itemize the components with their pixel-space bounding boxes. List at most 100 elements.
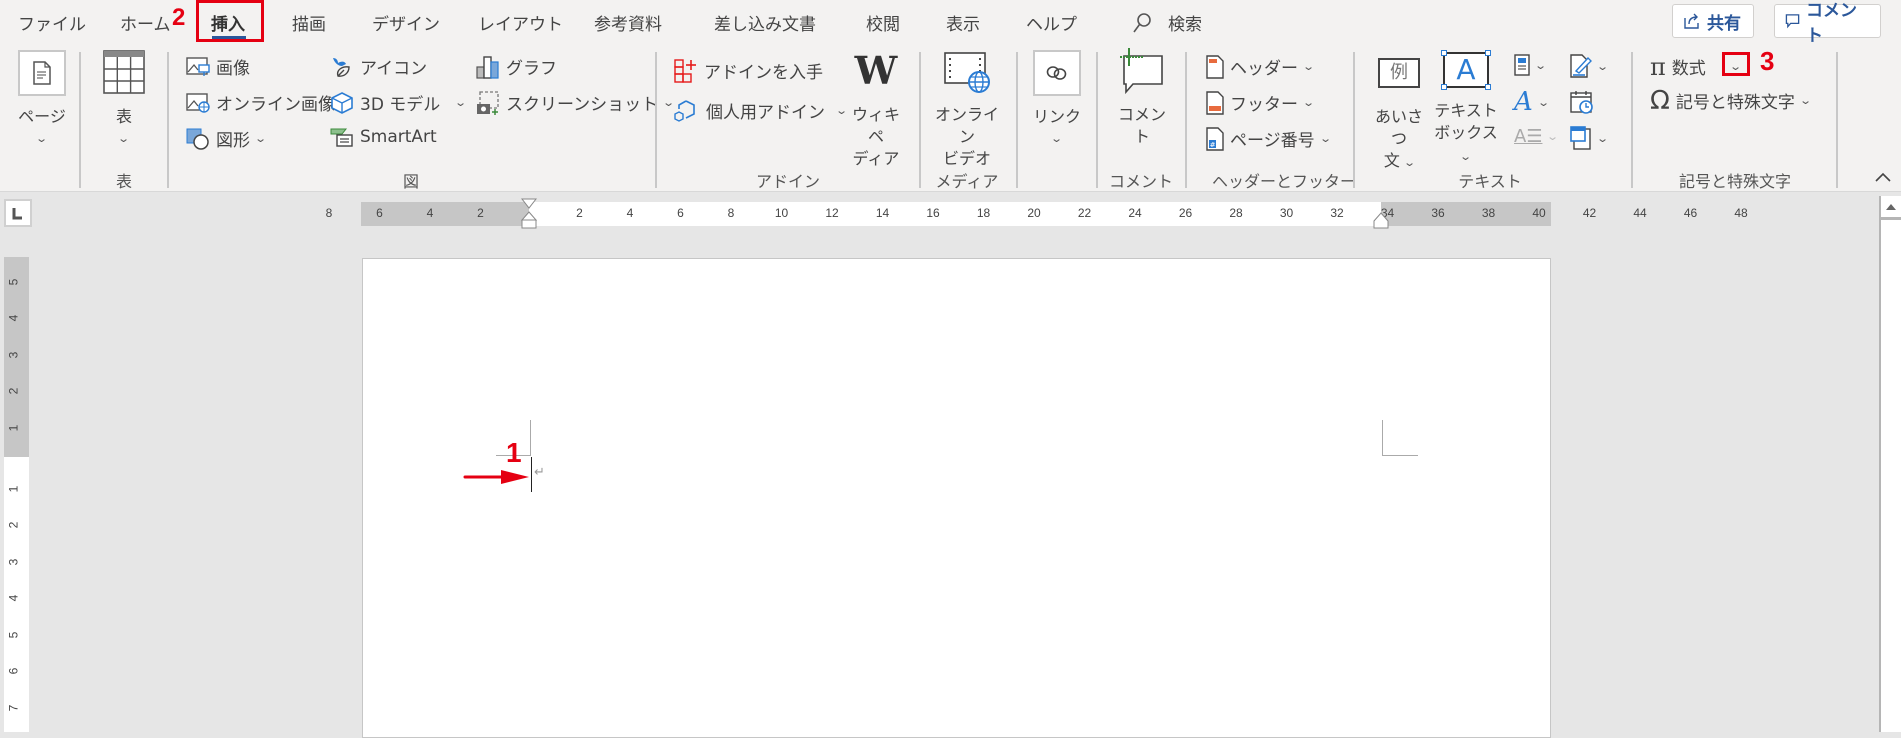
ruler-tick-label: 32 [1330,206,1344,220]
document-page[interactable]: ↵ 1 [362,258,1551,738]
group-separator [1836,52,1838,188]
pages-button[interactable]: ページ ⌄ [14,50,70,150]
horizontal-ruler[interactable]: 8 6 4 2 2 4 6 8 10 12 14 16 18 20 22 24 26 28 30 32 34 36 38 40… [326,198,1748,229]
annotation-box-insert-tab [196,0,264,42]
my-addins-button[interactable]: 個人用アドイン ⌄ [674,98,849,123]
link-button[interactable]: リンク ⌄ [1032,50,1082,150]
chevron-down-icon: ⌄ [35,132,49,145]
ruler-tick-label: 2 [477,206,484,220]
chevron-up-icon [1875,172,1891,182]
group-separator [1631,52,1633,188]
indent-marker[interactable] [521,198,537,232]
link-icon [1046,66,1067,80]
picture-icon [186,56,210,76]
tab-review[interactable]: 校閲 [866,10,900,35]
header-button[interactable]: ヘッダー ⌄ [1206,54,1315,79]
signature-line-button[interactable]: ⌄ [1570,54,1609,78]
resize-handle [1441,84,1447,90]
chevron-down-icon: ⌄ [835,104,849,117]
page-number-button[interactable]: # ページ番号 ⌄ [1206,126,1332,151]
share-label: 共有 [1707,13,1741,34]
vertical-ruler[interactable]: 5 4 3 2 1 1 2 3 4 5 6 7 [4,257,29,732]
textbox-button[interactable]: A テキスト ボックス ⌄ [1430,50,1502,168]
margin-corner-mark [530,420,531,455]
equation-label: 数式 [1671,59,1706,79]
chevron-down-icon: ⌄ [1596,131,1610,145]
collapse-ribbon-button[interactable] [1874,168,1892,184]
date-time-button[interactable] [1570,90,1594,114]
ruler-tick-label: 8 [325,206,333,220]
share-button[interactable]: 共有 [1672,4,1754,38]
drop-cap-button[interactable]: A☰ ⌄ [1514,126,1560,147]
wordart-button[interactable]: A ⌄ [1514,87,1550,117]
object-button[interactable]: ⌄ [1570,126,1610,150]
wikipedia-icon: W [854,48,898,93]
ruler-left-margin [361,202,529,226]
ruler-tick-label: 10 [774,206,789,220]
ribbon-tab-bar: ファイル ホーム 挿入 描画 デザイン レイアウト 参考資料 差し込み文書 校閲… [0,0,1901,46]
tab-selector-button[interactable] [4,199,32,227]
chart-button[interactable]: グラフ [476,54,557,79]
get-addins-button[interactable]: アドインを入手 [674,58,823,83]
ruler-tick-label: 26 [1178,206,1193,220]
shapes-label: 図形 [216,131,250,151]
chevron-down-icon: ⌄ [1534,58,1548,72]
group-separator [167,52,169,188]
ruler-tick-label: 18 [976,206,991,220]
header-label: ヘッダー [1230,59,1298,79]
tab-view[interactable]: 表示 [946,10,980,35]
equation-button[interactable]: π 数式 [1650,54,1706,80]
tab-references[interactable]: 参考資料 [594,10,662,35]
shapes-button[interactable]: 図形 ⌄ [186,126,268,151]
wikipedia-button[interactable]: W ウィキペ ディア [848,50,904,170]
ruler-tick-label: 7 [6,704,21,711]
tab-help[interactable]: ヘルプ [1026,10,1077,35]
right-indent-marker[interactable] [1373,212,1389,230]
pages-label: ページ [18,107,66,126]
ruler-tick-label: 4 [426,206,434,220]
tab-draw[interactable]: 描画 [292,10,326,35]
ruler-tick-label: 4 [6,314,21,322]
comments-button[interactable]: コメント [1774,1,1881,46]
page-icon [33,61,51,85]
vertical-scrollbar[interactable] [1879,196,1901,732]
scroll-up-arrow-icon [1886,203,1896,210]
left-tab-icon [12,208,22,220]
wordart-icon: A [1514,87,1533,117]
footer-icon [1206,90,1224,115]
tab-home[interactable]: ホーム [120,10,171,35]
chevron-down-icon: ⌄ [254,132,268,145]
icons-button[interactable]: アイコン [330,54,427,79]
new-comment-button[interactable]: コメント [1112,48,1172,148]
greeting-button[interactable]: 例 あいさつ 文 ⌄ [1368,52,1430,174]
screenshot-button[interactable]: スクリーンショット ⌄ [476,90,675,115]
online-picture-button[interactable]: オンライン画像 [186,90,335,115]
3d-models-button[interactable]: 3D モデル ⌄ [330,90,467,115]
object-icon [1570,126,1591,150]
textbox-icon: A [1441,50,1491,90]
scroll-up-button[interactable] [1881,196,1901,220]
smartart-button[interactable]: SmartArt [330,126,437,148]
calendar-clock-icon [1570,91,1593,114]
chevron-down-icon: ⌄ [1536,95,1550,109]
comment-icon [1785,14,1800,29]
table-icon [103,50,145,94]
smartart-icon [330,128,353,147]
search-box[interactable]: 検索 [1132,10,1202,35]
chevron-down-icon: ⌄ [1050,132,1064,145]
tab-file[interactable]: ファイル [18,10,86,35]
chevron-down-icon: ⌄ [1799,94,1812,107]
tab-mailings[interactable]: 差し込み文書 [714,10,816,35]
tab-layout[interactable]: レイアウト [478,10,563,35]
online-video-button[interactable]: オンライン ビデオ [934,50,1000,170]
greeting-icon: 例 [1378,58,1420,88]
drop-cap-icon: A☰ [1514,126,1543,147]
picture-button[interactable]: 画像 [186,54,250,79]
symbol-button[interactable]: Ω 記号と特殊文字 ⌄ [1650,88,1812,114]
footer-button[interactable]: フッター ⌄ [1206,90,1315,115]
quick-parts-button[interactable]: ⌄ [1514,54,1548,76]
tab-design[interactable]: デザイン [372,10,440,35]
quick-parts-icon [1514,54,1530,76]
table-button[interactable]: 表 ⌄ [102,50,146,150]
ruler-tick-label: 5 [6,631,21,638]
